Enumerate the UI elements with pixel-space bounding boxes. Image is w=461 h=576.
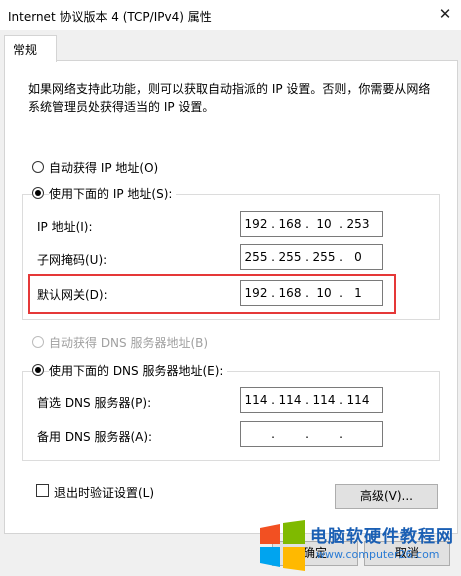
validate-label[interactable]: 退出时验证设置(L) [54,484,154,501]
gateway-highlight-box [28,274,396,314]
watermark-title: 电脑软硬件教程网 [310,527,454,547]
preferred-dns-label: 首选 DNS 服务器(P): [37,396,152,410]
radio-manual-ip[interactable] [32,187,44,199]
ip-address-label: IP 地址(I): [37,220,93,234]
window-title: Internet 协议版本 4 (TCP/IPv4) 属性 [8,10,212,24]
tab-general-label: 常规 [13,43,38,57]
watermark-url: www.computer26.com [316,548,440,561]
close-icon[interactable]: ✕ [434,3,456,25]
advanced-button[interactable]: 高级(V)... [335,484,438,509]
radio-manual-dns[interactable] [32,364,44,376]
preferred-dns-field[interactable]: 114. 114. 114. 114 [240,387,383,413]
ip-address-field[interactable]: 192. 168. 10. 253 [240,211,383,237]
tab-general[interactable]: 常规 [4,35,57,62]
manual-dns-label[interactable]: 使用下面的 DNS 服务器地址(E): [49,362,228,379]
validate-checkbox[interactable] [36,484,49,497]
subnet-mask-field[interactable]: 255. 255. 255. 0 [240,244,383,270]
auto-ip-label[interactable]: 自动获得 IP 地址(O) [49,159,159,176]
alternate-dns-label: 备用 DNS 服务器(A): [37,430,153,444]
description-text: 如果网络支持此功能，则可以获取自动指派的 IP 设置。否则，你需要从网络系统管理… [28,82,431,114]
dns-groupbox [22,371,440,461]
subnet-mask-label: 子网掩码(U): [37,253,108,267]
auto-dns-label[interactable]: 自动获得 DNS 服务器地址(B) [49,334,208,351]
alternate-dns-field[interactable]: . . . [240,421,383,447]
title-bar: Internet 协议版本 4 (TCP/IPv4) 属性 ✕ [0,0,461,30]
radio-auto-ip[interactable] [32,161,44,173]
radio-auto-dns[interactable] [32,336,44,348]
manual-ip-label[interactable]: 使用下面的 IP 地址(S): [49,185,177,202]
